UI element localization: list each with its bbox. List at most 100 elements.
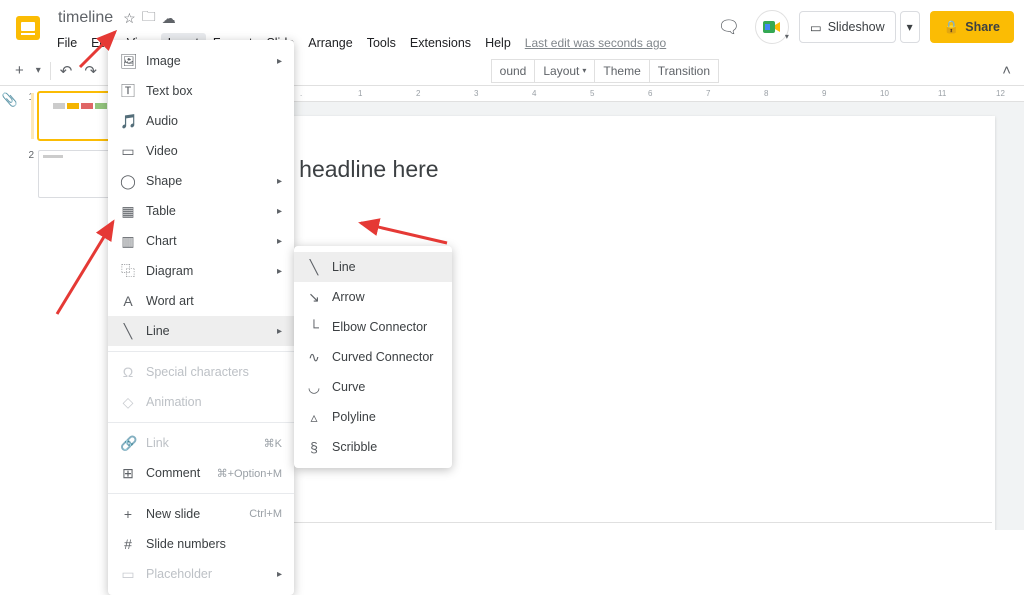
menu-item-label: Chart [146,234,267,248]
shortcut-label: ⌘K [264,437,282,450]
ruler-mark: 6 [648,89,652,98]
insert-menu-shape[interactable]: ◯ Shape ▸ [108,166,294,196]
new-slide-arrow[interactable]: ▾ [31,62,46,79]
animation-icon: ◇ [120,394,136,411]
special-icon: Ω [120,364,136,380]
comment-icon: ⊞ [120,465,136,482]
ruler-mark: . [300,89,302,98]
insert-menu-diagram[interactable]: ⿻Diagram▸ [108,256,294,286]
comment-history-icon[interactable]: 🗨 [713,11,745,43]
slideshow-button[interactable]: ▭ Slideshow [799,11,896,43]
slideshow-icon: ▭ [810,20,822,35]
submenu-item-label: Arrow [332,290,440,304]
lock-icon: 🔒 [944,20,960,35]
video-icon: ▭ [120,143,136,160]
line-submenu-polyline[interactable]: ▵Polyline [294,402,452,432]
menu-file[interactable]: File [50,33,84,53]
insert-menu-video[interactable]: ▭Video [108,136,294,166]
insert-menu-table[interactable]: ▦ Table ▸ [108,196,294,226]
menu-item-label: Shape [146,174,267,188]
menu-item-label: Table [146,204,267,218]
line-submenu-curve[interactable]: ◡ Curve [294,372,452,402]
undo-button[interactable]: ↶ [55,59,78,83]
curve-icon: ◡ [306,379,322,396]
line-submenu-scribble[interactable]: §Scribble [294,432,452,462]
shortcut-label: ⌘+Option+M [217,467,282,480]
insert-menu-special-characters: ΩSpecial characters [108,357,294,387]
line-submenu-line[interactable]: ╲Line [294,252,452,282]
insert-menu-comment[interactable]: ⊞ Comment ⌘+Option+M [108,458,294,488]
toolbar-ound[interactable]: ound [491,59,536,83]
image-icon: 🖼 [120,53,136,70]
menu-help[interactable]: Help [478,33,518,53]
menu-item-label: Animation [146,395,282,409]
insert-menu-new-slide[interactable]: +New slideCtrl+M [108,499,294,529]
title-row: timeline ☆ 🗀 ☁ [50,6,673,30]
toolbar-theme[interactable]: Theme [595,59,649,83]
insert-menu-word-art[interactable]: A Word art [108,286,294,316]
share-button[interactable]: 🔒 Share [930,11,1014,43]
polyline-icon: ▵ [306,409,322,426]
link-icon: 🔗 [120,435,136,452]
arrow-icon: ↘ [306,289,322,306]
diagram-icon: ⿻ [120,261,136,281]
insert-menu-slide-numbers[interactable]: #Slide numbers [108,529,294,559]
move-folder-icon[interactable]: 🗀 [142,6,156,30]
audio-icon: 🎵 [120,113,136,130]
present-meet-icon[interactable]: ▾ [755,10,789,44]
menu-item-label: Slide numbers [146,537,282,551]
thumb-number: 2 [24,150,34,198]
attachment-icon[interactable]: 📎 [2,92,18,108]
line-submenu-curved-connector[interactable]: ∿ Curved Connector [294,342,452,372]
header-right: 🗨 ▾ ▭ Slideshow ▾ 🔒 Share [713,6,1014,44]
cloud-status-icon[interactable]: ☁ [162,10,176,27]
menu-arrange[interactable]: Arrange [301,33,359,53]
insert-menu-chart[interactable]: ▥Chart▸ [108,226,294,256]
submenu-item-label: Curve [332,380,440,394]
ruler-mark: 3 [474,89,478,98]
submenu-arrow-icon: ▸ [277,206,282,217]
line-submenu-dropdown: ╲Line ↘ Arrow └Elbow Connector ∿ Curved Conne… [294,246,452,468]
menu-extensions[interactable]: Extensions [403,33,478,53]
slideshow-dropdown-button[interactable]: ▾ [900,11,920,43]
last-edit-link[interactable]: Last edit was seconds ago [518,33,673,53]
submenu-item-label: Line [332,260,440,274]
star-icon[interactable]: ☆ [123,10,136,27]
ruler-mark: 4 [532,89,536,98]
insert-menu-text-box[interactable]: 🅃Text box [108,76,294,106]
ruler-mark: 5 [590,89,594,98]
share-label: Share [965,20,1000,34]
insert-menu-link: 🔗Link⌘K [108,428,294,458]
insert-menu-placeholder: ▭Placeholder▸ [108,559,294,589]
insert-menu-image[interactable]: 🖼Image▸ [108,46,294,76]
new-slide-button[interactable]: + [10,59,29,82]
ruler-mark: 1 [358,89,362,98]
menu-item-label: Word art [146,294,282,308]
left-rail: 📎 [0,86,20,530]
redo-button[interactable]: ↷ [79,59,102,83]
insert-menu-line[interactable]: ╲Line▸ [108,316,294,346]
document-title[interactable]: timeline [54,8,117,28]
insert-menu-audio[interactable]: 🎵 Audio [108,106,294,136]
menu-item-label: Comment [146,466,207,480]
line-submenu-arrow[interactable]: ↘ Arrow [294,282,452,312]
line-submenu-elbow-connector[interactable]: └Elbow Connector [294,312,452,342]
table-icon: ▦ [120,203,136,220]
chart-icon: ▥ [120,233,136,250]
newslide-icon: + [120,506,136,522]
menu-item-label: Audio [146,114,282,128]
collapse-toolbar-icon[interactable]: ˄ [997,59,1016,82]
wordart-icon: A [120,293,136,309]
toolbar-layout[interactable]: Layout ▾ [535,59,595,83]
ruler-mark: 10 [880,89,889,98]
slide-headline-text[interactable]: o headline here [280,156,439,183]
menu-tools[interactable]: Tools [360,33,403,53]
shape-icon: ◯ [120,173,136,190]
toolbar-transition[interactable]: Transition [650,59,719,83]
ruler-mark: 11 [938,89,946,98]
app-logo-icon[interactable] [10,10,46,46]
submenu-arrow-icon: ▸ [277,176,282,187]
submenu-item-label: Curved Connector [332,350,440,364]
curved-icon: ∿ [306,349,322,366]
submenu-arrow-icon: ▸ [277,569,282,580]
